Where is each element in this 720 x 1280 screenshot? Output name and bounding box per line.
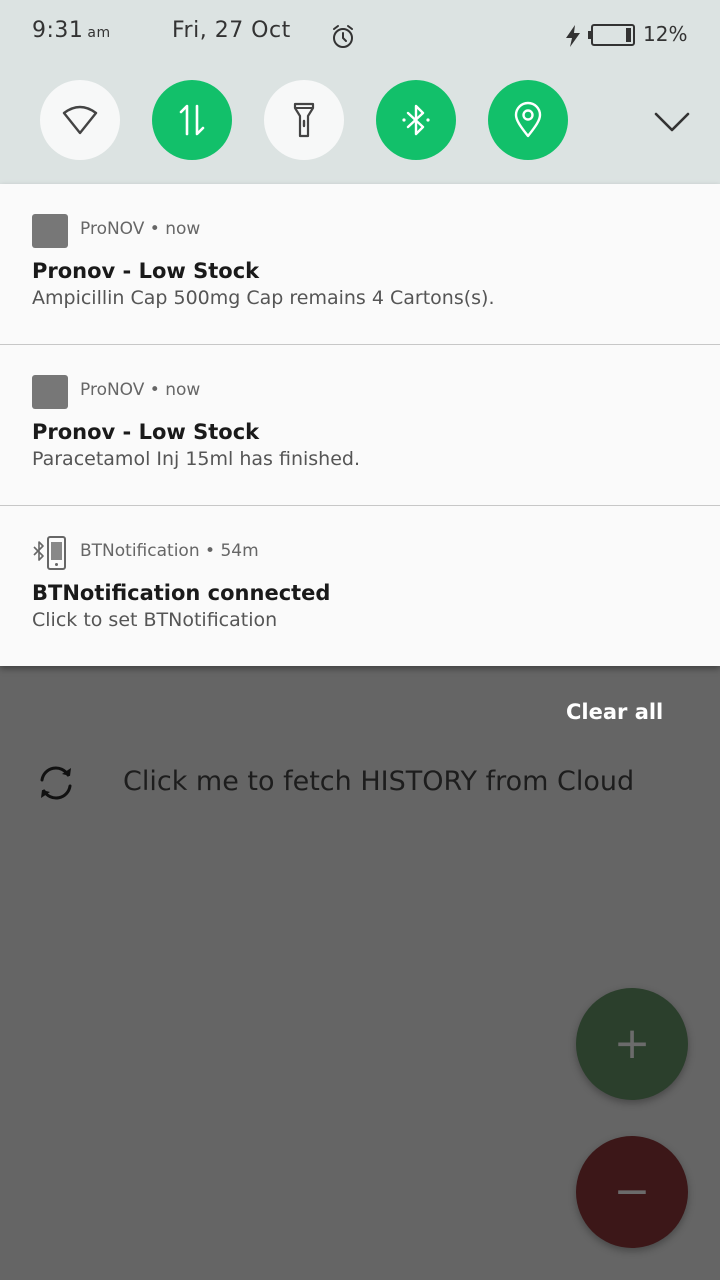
notification-list: ProNOV • now Pronov - Low Stock Ampicill…	[0, 184, 720, 666]
mobile-data-toggle[interactable]	[152, 80, 232, 160]
time-value: 9:31	[32, 18, 84, 43]
notification-title: Pronov - Low Stock	[32, 420, 260, 444]
wifi-toggle[interactable]	[40, 80, 120, 160]
alarm-icon	[333, 25, 353, 48]
flashlight-icon	[293, 102, 315, 138]
battery-percent: 12%	[643, 22, 688, 46]
notification-time: 54m	[220, 541, 259, 561]
notification-time: now	[165, 380, 201, 400]
status-date: Fri, 27 Oct	[172, 18, 291, 43]
bluetooth-toggle[interactable]	[376, 80, 456, 160]
notification-body: Paracetamol Inj 15ml has finished.	[32, 448, 360, 470]
time-ampm: am	[87, 25, 111, 41]
bluetooth-icon	[402, 104, 430, 136]
notification-body: Ampicillin Cap 500mg Cap remains 4 Carto…	[32, 287, 495, 309]
plus-icon: +	[613, 1018, 651, 1069]
location-pin-icon	[514, 101, 542, 138]
flashlight-toggle[interactable]	[264, 80, 344, 160]
notification-card[interactable]: ProNOV • now Pronov - Low Stock Ampicill…	[0, 184, 720, 345]
wifi-icon	[62, 105, 98, 135]
notification-time: now	[165, 219, 201, 239]
add-fab[interactable]: +	[576, 988, 688, 1100]
notification-meta: BTNotification • 54m	[80, 541, 259, 561]
notification-meta: ProNOV • now	[80, 219, 201, 239]
location-toggle[interactable]	[488, 80, 568, 160]
clear-all-button[interactable]: Clear all	[566, 700, 663, 724]
notification-shade-header: 9:31 am Fri, 27 Oct 12%	[0, 0, 720, 184]
bluetooth-phone-icon	[33, 536, 66, 570]
notification-body: Click to set BTNotification	[32, 609, 278, 631]
status-time: 9:31 am	[32, 18, 111, 43]
minus-icon: −	[613, 1166, 651, 1217]
notification-meta: ProNOV • now	[80, 380, 201, 400]
fetch-history-button[interactable]: Click me to fetch HISTORY from Cloud	[123, 766, 634, 797]
app-name: BTNotification	[80, 541, 200, 561]
notification-card[interactable]: BTNotification • 54m BTNotification conn…	[0, 506, 720, 666]
app-name: ProNOV	[80, 380, 145, 400]
battery-icon	[588, 24, 635, 46]
notification-title: Pronov - Low Stock	[32, 259, 260, 283]
data-transfer-icon	[179, 104, 205, 136]
app-icon	[32, 375, 68, 409]
notification-title: BTNotification connected	[32, 581, 331, 605]
remove-fab[interactable]: −	[576, 1136, 688, 1248]
status-bar: 9:31 am Fri, 27 Oct 12%	[0, 0, 720, 70]
app-name: ProNOV	[80, 219, 145, 239]
charging-bolt-icon	[566, 25, 580, 47]
sync-icon[interactable]	[33, 762, 79, 804]
notification-card[interactable]: ProNOV • now Pronov - Low Stock Paraceta…	[0, 345, 720, 506]
chevron-down-icon[interactable]	[652, 104, 692, 138]
app-icon	[32, 214, 68, 248]
